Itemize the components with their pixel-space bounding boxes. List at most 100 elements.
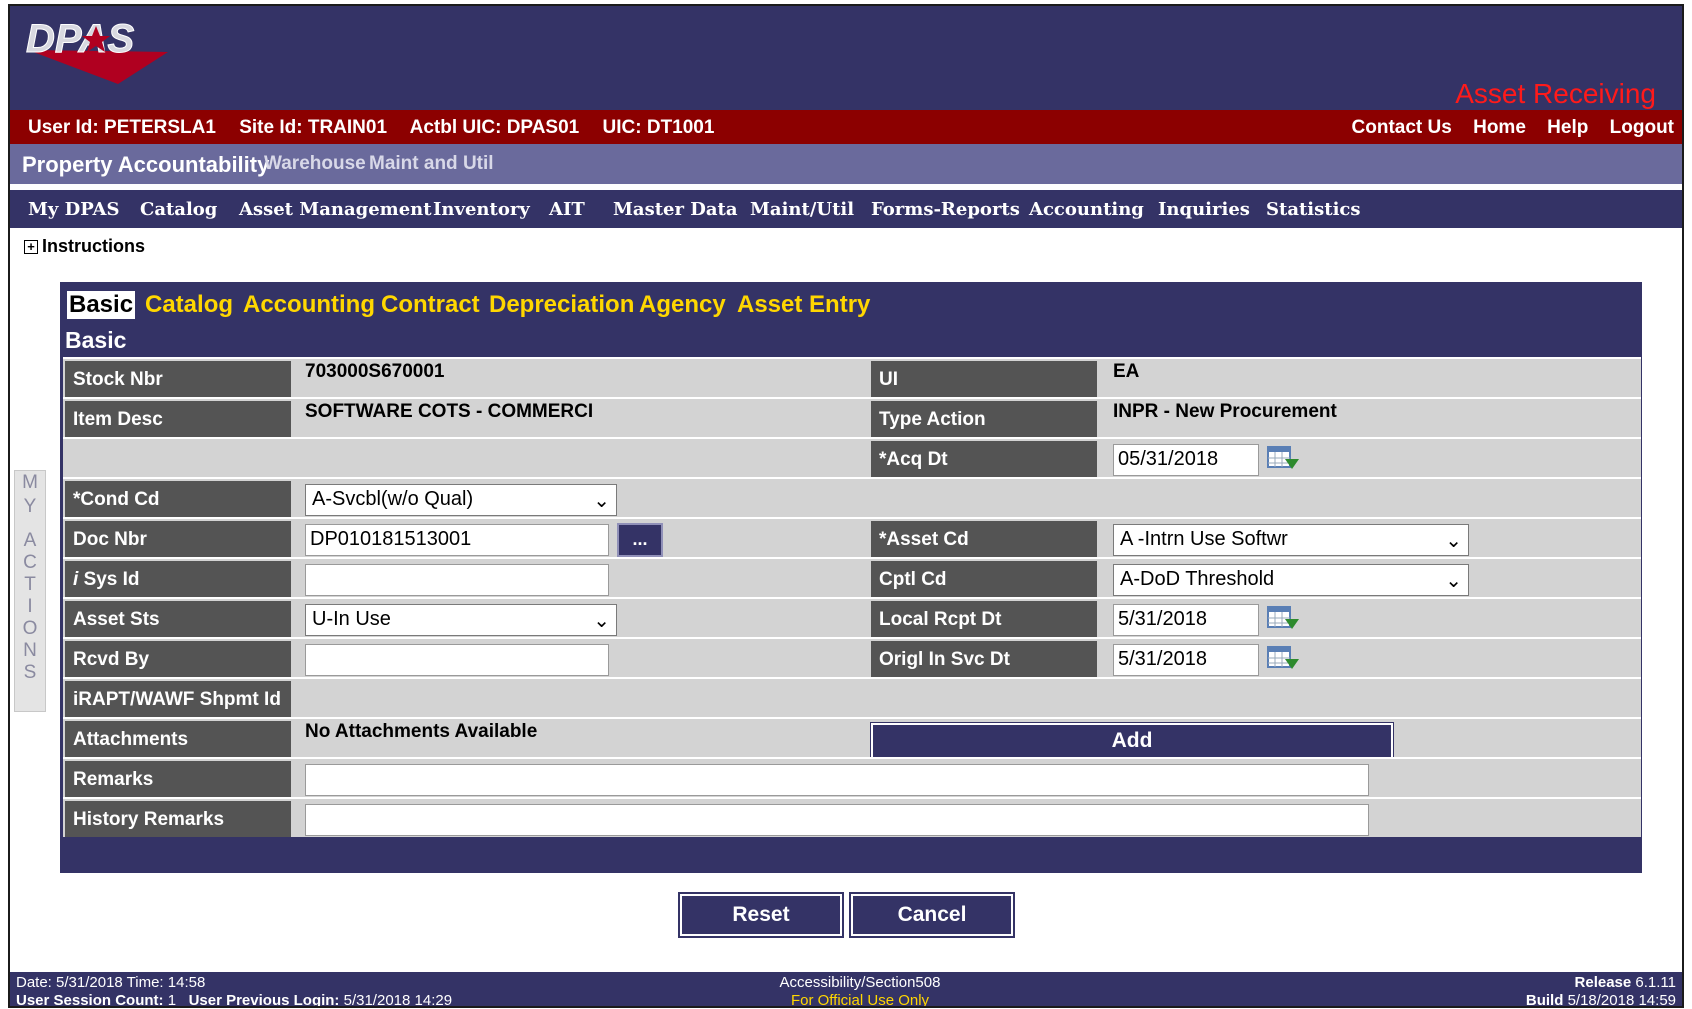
session-count-value: 1: [167, 992, 177, 1008]
reset-button[interactable]: Reset: [678, 892, 844, 938]
doc-nbr-lookup-button[interactable]: ...: [617, 523, 663, 557]
user-info-bar: User Id: PETERSLA1 Site Id: TRAIN01 Actb…: [10, 110, 1682, 144]
menu-ait[interactable]: AIT: [549, 199, 585, 220]
site-id: Site Id: TRAIN01: [239, 117, 388, 138]
form-row: Doc Nbr DP010181513001 ... *Asset Cd A -…: [63, 517, 1641, 557]
form-row: History Remarks: [63, 797, 1641, 837]
my-actions-letter: I: [27, 596, 33, 617]
menu-inventory[interactable]: Inventory: [433, 199, 530, 220]
acq-dt-input[interactable]: 05/31/2018: [1113, 444, 1259, 476]
sys-id-input[interactable]: [305, 564, 609, 596]
form-row: i Sys Id Cptl Cd A-DoD Threshold ⌄: [63, 557, 1641, 597]
asset-sts-value: U-In Use: [312, 608, 391, 630]
acq-dt-label: *Acq Dt: [871, 441, 1097, 477]
history-remarks-label: History Remarks: [65, 801, 291, 837]
form-row: Item Desc SOFTWARE COTS - COMMERCI Type …: [63, 397, 1641, 437]
form-row: Stock Nbr 703000S670001 UI EA: [63, 357, 1641, 397]
form-row: Asset Sts U-In Use ⌄ Local Rcpt Dt 5/31/…: [63, 597, 1641, 637]
calendar-icon[interactable]: [1267, 605, 1299, 633]
attachments-value: No Attachments Available: [305, 721, 538, 742]
remarks-label: Remarks: [65, 761, 291, 797]
section-title: Basic: [65, 327, 127, 353]
my-actions-letter: C: [23, 552, 37, 573]
menu-forms-reports[interactable]: Forms-Reports: [871, 199, 1020, 220]
add-attachment-button[interactable]: Add: [870, 722, 1394, 760]
item-desc-value: SOFTWARE COTS - COMMERCI: [305, 401, 594, 422]
rcvd-by-input[interactable]: [305, 644, 609, 676]
home-link[interactable]: Home: [1473, 117, 1526, 138]
origl-in-svc-dt-label: Origl In Svc Dt: [871, 641, 1097, 677]
calendar-icon[interactable]: [1267, 645, 1299, 673]
tab-basic[interactable]: Basic: [67, 291, 136, 319]
tab-contract[interactable]: Contract: [381, 291, 480, 319]
official-use-notice: For Official Use Only: [790, 992, 930, 1008]
menu-accounting[interactable]: Accounting: [1029, 199, 1144, 220]
footer-date: Date: 5/31/2018 Time: 14:58: [16, 974, 206, 991]
my-actions-letter: Y: [23, 496, 37, 517]
user-id: User Id: PETERSLA1: [28, 117, 216, 138]
tab-catalog[interactable]: Catalog: [145, 291, 233, 319]
tab-agency[interactable]: Agency: [639, 291, 726, 319]
menu-catalog[interactable]: Catalog: [140, 199, 217, 220]
menu-my-dpas[interactable]: My DPAS: [28, 199, 119, 220]
menu-maint-util[interactable]: Maint/Util: [750, 199, 854, 220]
chevron-down-icon: ⌄: [1445, 530, 1462, 552]
app-frame: DPAS Asset Receiving User Id: PETERSLA1 …: [8, 4, 1684, 1008]
menu-inquiries[interactable]: Inquiries: [1158, 199, 1250, 220]
my-actions-letter: N: [23, 640, 37, 661]
my-actions-letter: A: [23, 530, 37, 551]
my-actions-letter: S: [23, 662, 37, 683]
local-rcpt-dt-label: Local Rcpt Dt: [871, 601, 1097, 637]
menu-asset-management[interactable]: Asset Management: [239, 199, 432, 220]
instructions-toggle[interactable]: + Instructions: [24, 236, 145, 257]
page-title: Asset Receiving: [1455, 78, 1656, 109]
tab-accounting[interactable]: Accounting: [243, 291, 375, 319]
stock-nbr-value: 703000S670001: [305, 361, 445, 382]
logout-link[interactable]: Logout: [1610, 117, 1674, 138]
cond-cd-select[interactable]: A-Svcbl(w/o Qual) ⌄: [305, 484, 617, 516]
my-actions-tab[interactable]: M Y A C T I O N S: [14, 470, 46, 712]
cptl-cd-select[interactable]: A-DoD Threshold ⌄: [1113, 564, 1469, 596]
help-link[interactable]: Help: [1547, 117, 1588, 138]
release-label: Release: [1574, 974, 1632, 991]
rcvd-by-label: Rcvd By: [65, 641, 291, 677]
main-menu: My DPAS Catalog Asset Management Invento…: [10, 190, 1682, 228]
sys-id-label: i Sys Id: [65, 561, 291, 597]
module-warehouse-link[interactable]: Warehouse: [264, 153, 366, 175]
my-actions-letter: M: [22, 472, 38, 493]
tab-strip: Basic Catalog Accounting Contract Deprec…: [61, 283, 1641, 325]
form-row: Attachments No Attachments Available Add: [63, 717, 1641, 760]
instructions-label: Instructions: [42, 236, 146, 256]
type-action-label: Type Action: [871, 401, 1097, 437]
build-label: Build: [1525, 992, 1564, 1008]
remarks-input[interactable]: [305, 764, 1369, 796]
cancel-button[interactable]: Cancel: [849, 892, 1015, 938]
my-actions-letter: O: [22, 618, 38, 639]
origl-in-svc-dt-input[interactable]: 5/31/2018: [1113, 644, 1259, 676]
local-rcpt-dt-input[interactable]: 5/31/2018: [1113, 604, 1259, 636]
attachments-label: Attachments: [65, 721, 291, 757]
accessibility-link[interactable]: Accessibility/Section508: [700, 974, 1020, 992]
previous-login-label: User Previous Login:: [188, 992, 340, 1008]
tab-depreciation[interactable]: Depreciation: [489, 291, 634, 319]
footer: Date: 5/31/2018 Time: 14:58 User Session…: [10, 972, 1682, 1008]
form-row: *Acq Dt 05/31/2018: [63, 437, 1641, 477]
asset-sts-select[interactable]: U-In Use ⌄: [305, 604, 617, 636]
menu-statistics[interactable]: Statistics: [1266, 199, 1361, 220]
my-actions-letter: T: [24, 574, 36, 595]
release-value: 6.1.11: [1635, 974, 1676, 991]
expand-icon: +: [24, 240, 38, 254]
asset-cd-select[interactable]: A -Intrn Use Softwr ⌄: [1113, 524, 1469, 556]
menu-master-data[interactable]: Master Data: [613, 199, 738, 220]
module-maint-util-link[interactable]: Maint and Util: [369, 153, 494, 175]
doc-nbr-input[interactable]: DP010181513001: [305, 524, 609, 556]
history-remarks-input[interactable]: [305, 804, 1369, 836]
tab-asset-entry[interactable]: Asset Entry: [737, 291, 870, 319]
svg-text:DPAS: DPAS: [26, 17, 134, 61]
module-title[interactable]: Property Accountability: [22, 152, 269, 178]
module-bar: Property Accountability Warehouse Maint …: [10, 144, 1682, 184]
contact-us-link[interactable]: Contact Us: [1352, 117, 1452, 138]
irapt-label: iRAPT/WAWF Shpmt Id: [65, 681, 291, 717]
form-row: iRAPT/WAWF Shpmt Id: [63, 677, 1641, 717]
calendar-icon[interactable]: [1267, 445, 1299, 473]
